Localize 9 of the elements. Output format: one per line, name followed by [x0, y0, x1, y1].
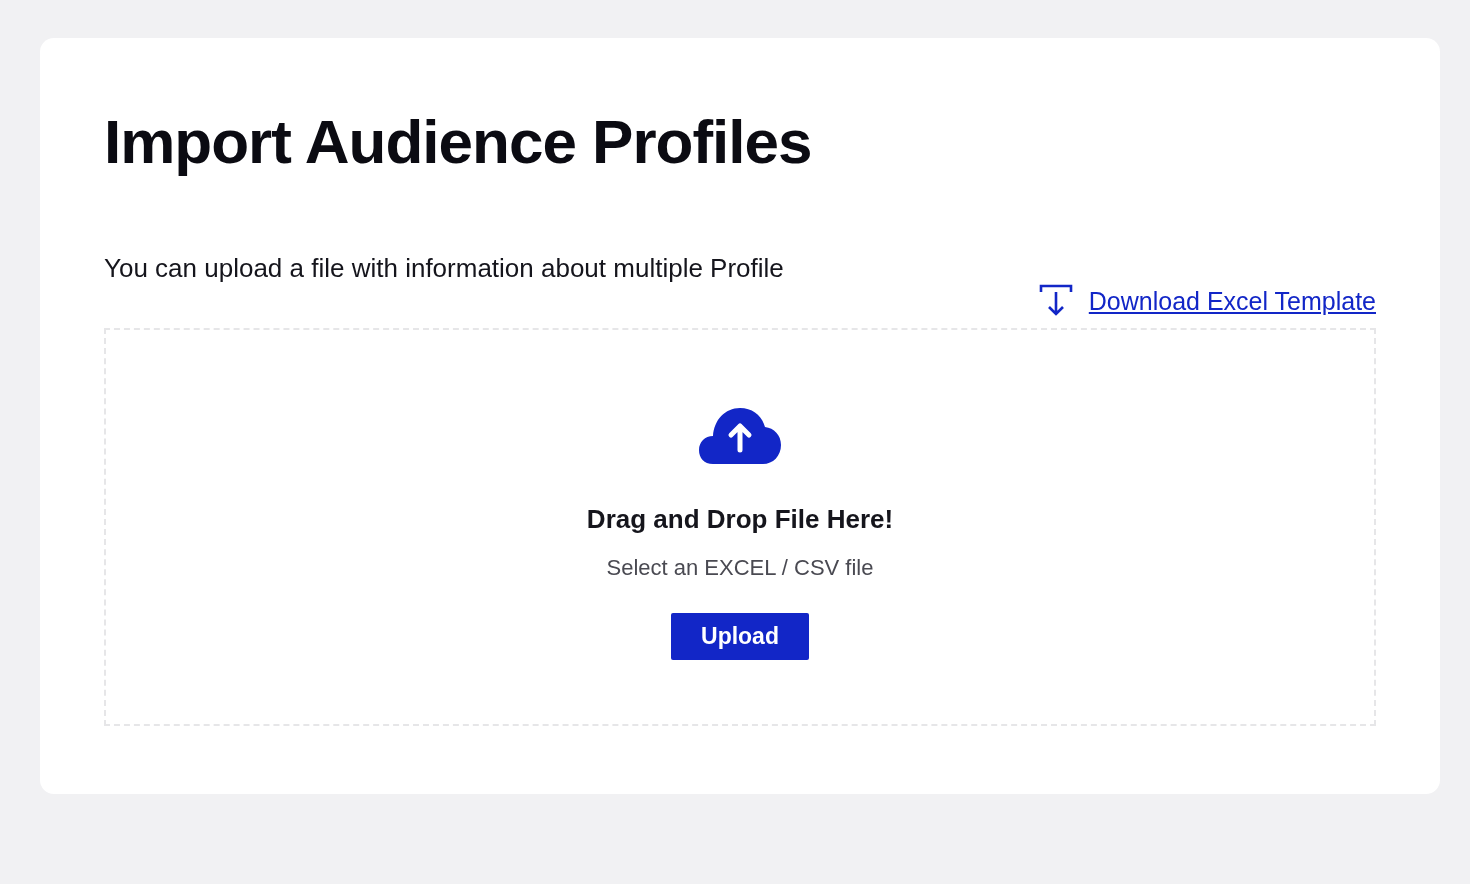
- upload-button[interactable]: Upload: [671, 613, 809, 660]
- download-template-link[interactable]: Download Excel Template: [1088, 286, 1376, 316]
- page-title: Import Audience Profiles: [104, 106, 812, 177]
- cloud-upload-icon: [699, 408, 781, 464]
- description-text: You can upload a file with information about multiple Profile: [104, 253, 784, 284]
- drop-heading: Drag and Drop File Here!: [586, 504, 894, 535]
- file-type-hint: Select an EXCEL / CSV file: [606, 555, 874, 581]
- drop-zone[interactable]: Drag and Drop File Here! Select an EXCEL / CSV file Upload: [104, 328, 1376, 726]
- download-icon: [1038, 284, 1073, 318]
